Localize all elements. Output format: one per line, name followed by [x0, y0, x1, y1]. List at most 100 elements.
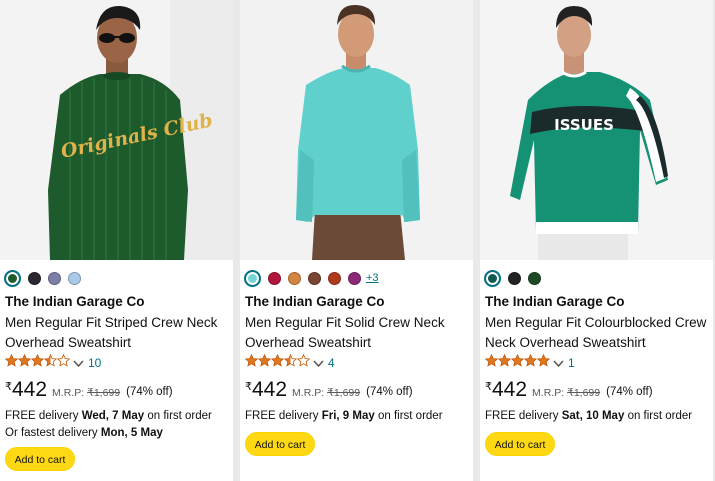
star-icon: [244, 353, 259, 367]
product-title[interactable]: Men Regular Fit Solid Crew Neck Overhead…: [245, 313, 467, 352]
product-image[interactable]: Originals Club: [0, 0, 233, 260]
color-swatch[interactable]: [28, 271, 41, 285]
product-title-line[interactable]: Overhead Sweatshirt: [5, 333, 227, 353]
price: ₹ 442 M.R.P: ₹1,699 (74% off): [485, 378, 653, 404]
star-icon: [484, 353, 499, 367]
star-rating: [4, 353, 71, 372]
currency-symbol: ₹: [5, 381, 12, 393]
delivery-info: FREE delivery Sat, 10 May on first order: [485, 410, 692, 422]
color-swatch[interactable]: [288, 271, 301, 285]
price-value: 442: [252, 378, 288, 401]
star-rating: [244, 353, 311, 372]
discount: (74% off): [366, 386, 413, 398]
product-title[interactable]: Men Regular Fit Striped Crew Neck Overhe…: [5, 313, 227, 352]
rating-count[interactable]: 10: [88, 356, 101, 370]
price: ₹ 442 M.R.P: ₹1,699 (74% off): [245, 378, 413, 404]
fastest-date: Mon, 5 May: [100, 427, 163, 439]
product-card: +3 The Indian Garage Co Men Regular Fit …: [240, 0, 473, 481]
mrp-label: M.R.P: ₹1,699: [532, 387, 600, 399]
currency-symbol: ₹: [485, 381, 492, 393]
color-swatch[interactable]: [244, 269, 261, 287]
star-icon: [56, 353, 71, 367]
star-icon: [4, 353, 19, 367]
discount: (74% off): [606, 386, 653, 398]
delivery-suffix: on first order: [147, 410, 212, 422]
model-aqua-sweatshirt-icon: [240, 0, 473, 260]
chevron-down-icon[interactable]: [553, 359, 564, 368]
color-swatch[interactable]: [328, 271, 341, 285]
product-card: ISSUES The Indian Garage Co Men Regular …: [480, 0, 713, 481]
product-card: Originals Club The Indian Garage Co Men …: [0, 0, 233, 481]
rating[interactable]: 10: [4, 353, 101, 372]
product-title-line[interactable]: Men Regular Fit Solid Crew Neck: [245, 313, 467, 333]
chevron-down-icon[interactable]: [73, 359, 84, 368]
mrp-label: M.R.P: ₹1,699: [292, 387, 360, 399]
delivery-suffix: on first order: [377, 410, 443, 422]
star-icon: [30, 353, 45, 367]
delivery-info: FREE delivery Wed, 7 May on first order: [5, 410, 212, 422]
product-title-line[interactable]: Men Regular Fit Colourblocked Crew: [485, 313, 707, 333]
product-image[interactable]: [240, 0, 473, 260]
mrp-label-text: M.R.P:: [52, 387, 85, 399]
star-icon: [523, 353, 538, 367]
model-green-colourblocked-sweatshirt-icon: ISSUES: [480, 0, 713, 260]
add-to-cart-button[interactable]: Add to cart: [245, 432, 315, 456]
rating-count[interactable]: 4: [328, 356, 335, 370]
delivery-date: Wed, 7 May: [81, 410, 145, 422]
product-brand: The Indian Garage Co: [485, 294, 625, 309]
currency-symbol: ₹: [245, 381, 252, 393]
product-grid: Originals Club The Indian Garage Co Men …: [0, 0, 715, 481]
rating-count[interactable]: 1: [568, 356, 575, 370]
delivery-suffix: on first order: [627, 410, 693, 422]
product-title-line[interactable]: Overhead Sweatshirt: [245, 333, 467, 353]
color-swatch[interactable]: [484, 269, 501, 287]
color-swatch[interactable]: [528, 271, 541, 285]
star-rating: [484, 353, 551, 372]
delivery-prefix: FREE delivery: [5, 410, 79, 422]
chevron-down-icon[interactable]: [313, 359, 324, 368]
color-swatch[interactable]: [4, 269, 21, 287]
add-to-cart-button[interactable]: Add to cart: [485, 432, 555, 456]
model-green-striped-sweatshirt-icon: Originals Club: [0, 0, 233, 260]
star-icon: [17, 353, 32, 367]
color-swatches: [4, 269, 88, 287]
color-swatch[interactable]: [48, 271, 61, 285]
mrp-value: ₹1,699: [567, 387, 601, 399]
discount: (74% off): [126, 386, 173, 398]
delivery-date: Sat, 10 May: [561, 410, 625, 422]
rating[interactable]: 1: [484, 353, 575, 372]
star-icon: [43, 353, 58, 367]
delivery-prefix: FREE delivery: [485, 410, 559, 422]
fastest-delivery-info: Or fastest delivery Mon, 5 May: [5, 427, 163, 439]
add-to-cart-button[interactable]: Add to cart: [5, 447, 75, 471]
color-swatch[interactable]: [268, 271, 281, 285]
price-value: 442: [12, 378, 48, 401]
rating[interactable]: 4: [244, 353, 335, 372]
product-title-line[interactable]: Neck Overhead Sweatshirt: [485, 333, 707, 353]
mrp-label-text: M.R.P:: [532, 387, 565, 399]
color-swatch[interactable]: [308, 271, 321, 285]
product-image[interactable]: ISSUES: [480, 0, 713, 260]
color-swatches: +3: [244, 269, 379, 287]
mrp-value: ₹1,699: [327, 387, 361, 399]
delivery-prefix: FREE delivery: [245, 410, 319, 422]
product-brand: The Indian Garage Co: [5, 294, 145, 309]
delivery-date: Fri, 9 May: [321, 410, 375, 422]
star-icon: [510, 353, 525, 367]
mrp-label-text: M.R.P:: [292, 387, 325, 399]
star-icon: [270, 353, 285, 367]
mrp-label: M.R.P: ₹1,699: [52, 387, 120, 399]
more-colors-link[interactable]: +3: [366, 272, 379, 284]
star-icon: [536, 353, 551, 367]
color-swatch[interactable]: [508, 271, 521, 285]
price: ₹ 442 M.R.P: ₹1,699 (74% off): [5, 378, 173, 404]
product-title-line[interactable]: Men Regular Fit Striped Crew Neck: [5, 313, 227, 333]
fastest-prefix: Or fastest delivery: [5, 427, 98, 439]
color-swatch[interactable]: [68, 271, 81, 285]
star-icon: [283, 353, 298, 367]
star-icon: [296, 353, 311, 367]
star-icon: [497, 353, 512, 367]
color-swatch[interactable]: [348, 271, 361, 285]
star-icon: [257, 353, 272, 367]
product-title[interactable]: Men Regular Fit Colourblocked Crew Neck …: [485, 313, 707, 352]
